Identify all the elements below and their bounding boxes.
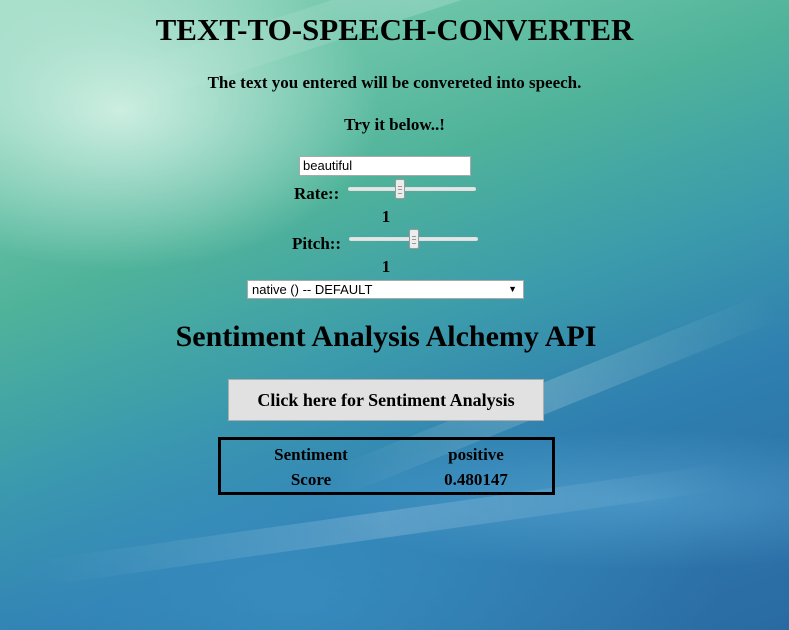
rate-value: 1 — [381, 207, 391, 226]
rate-slider-track — [348, 187, 476, 191]
pitch-label: Pitch:: — [292, 234, 342, 253]
speech-text-input[interactable]: beautiful — [299, 156, 471, 176]
score-row-value: 0.480147 — [444, 470, 508, 489]
intro-text: The text you entered will be convereted … — [207, 73, 582, 92]
sentiment-row-value: positive — [448, 445, 504, 464]
sentiment-heading: Sentiment Analysis Alchemy API — [175, 320, 597, 353]
rate-slider[interactable] — [348, 179, 476, 201]
sentiment-row-label: Sentiment — [274, 445, 348, 464]
sentiment-analysis-button[interactable]: Click here for Sentiment Analysis — [228, 379, 544, 421]
rate-slider-thumb[interactable] — [395, 179, 405, 199]
pitch-slider-thumb[interactable] — [409, 229, 419, 249]
voice-select-value: native () -- DEFAULT — [252, 282, 373, 297]
voice-select[interactable]: native () -- DEFAULT ▼ — [247, 280, 524, 299]
dropdown-arrow-icon: ▼ — [508, 284, 517, 294]
pitch-value: 1 — [381, 257, 391, 276]
rate-label: Rate:: — [294, 184, 340, 203]
sentiment-results-table: Sentiment positive Score 0.480147 — [218, 437, 555, 495]
page-title: TEXT-TO-SPEECH-CONVERTER — [155, 12, 634, 47]
try-it-text: Try it below..! — [344, 115, 445, 134]
pitch-slider[interactable] — [349, 229, 478, 251]
score-row-label: Score — [290, 470, 332, 489]
